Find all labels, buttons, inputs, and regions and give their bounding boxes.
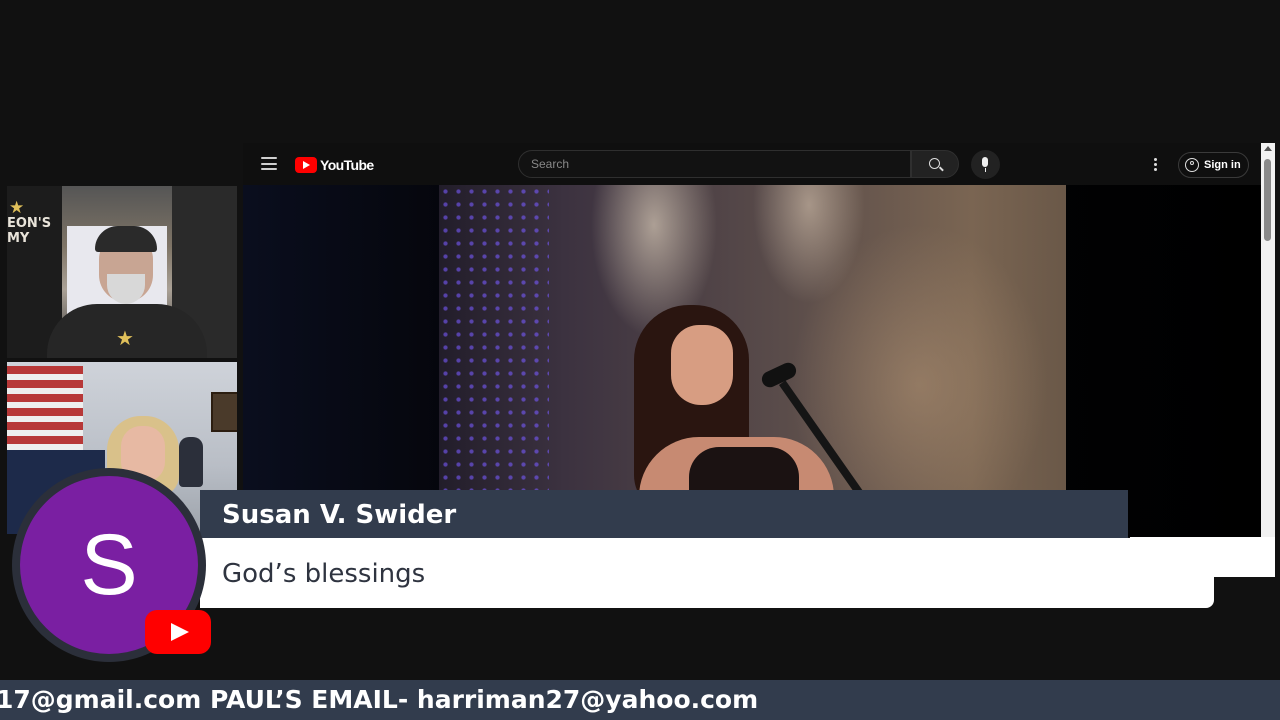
youtube-logo-text: YouTube bbox=[320, 156, 374, 173]
star-icon: ★ bbox=[116, 326, 134, 350]
sign-in-label: Sign in bbox=[1204, 159, 1241, 171]
hamburger-icon[interactable] bbox=[261, 157, 277, 170]
search-icon bbox=[929, 158, 940, 169]
scrollbar-thumb[interactable] bbox=[1264, 159, 1271, 241]
scroll-up-icon[interactable] bbox=[1264, 146, 1272, 151]
led-backdrop bbox=[439, 185, 549, 537]
youtube-logo[interactable]: YouTube bbox=[295, 156, 374, 173]
webcam-host-1: ★ EON'S MY ★ bbox=[7, 186, 237, 358]
statue bbox=[179, 437, 203, 487]
youtube-topbar: YouTube Search Sign in bbox=[243, 143, 1261, 185]
search-button[interactable] bbox=[911, 150, 959, 178]
video-player[interactable] bbox=[243, 185, 1261, 537]
microphone-icon bbox=[982, 157, 988, 167]
vertical-scrollbar[interactable] bbox=[1261, 143, 1275, 577]
singer-face bbox=[671, 325, 733, 405]
voice-search-button[interactable] bbox=[971, 150, 1000, 179]
youtube-window: YouTube Search Sign in bbox=[243, 143, 1261, 537]
video-frame bbox=[439, 185, 1066, 537]
host-cap bbox=[95, 226, 157, 252]
comment-author: Susan V. Swider bbox=[222, 500, 457, 530]
more-vert-icon[interactable] bbox=[1154, 158, 1157, 171]
sign-in-button[interactable]: Sign in bbox=[1178, 152, 1249, 178]
american-flag bbox=[7, 366, 83, 454]
wall-poster-text: EON'S MY bbox=[7, 216, 52, 246]
wall-frame bbox=[211, 392, 237, 432]
youtube-play-icon bbox=[295, 156, 317, 173]
search-input[interactable]: Search bbox=[518, 150, 911, 178]
comment-message: God’s blessings bbox=[222, 559, 426, 589]
youtube-badge-icon bbox=[145, 610, 211, 654]
account-icon bbox=[1185, 158, 1199, 172]
email-ticker: 17@gmail.com PAUL’S EMAIL- harriman27@ya… bbox=[0, 680, 1280, 720]
star-icon: ★ bbox=[9, 198, 25, 218]
ticker-text: 17@gmail.com PAUL’S EMAIL- harriman27@ya… bbox=[0, 685, 759, 714]
